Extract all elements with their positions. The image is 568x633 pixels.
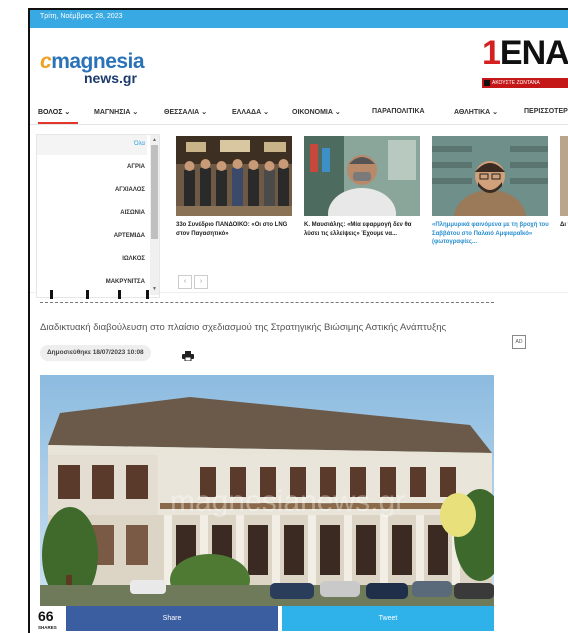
- watermark-text: magnesianews.gr: [170, 485, 405, 518]
- news-card[interactable]: 33ο Συνέδριο ΠΑΝΔΟΙΚΟ: «Οι στο LNG στον …: [176, 136, 294, 238]
- category-scrollbar[interactable]: ▲ ▼: [150, 135, 159, 295]
- tweet-button[interactable]: Tweet: [282, 606, 494, 631]
- news-card[interactable]: «Πλημμυρικά φαινόμενα με τη βροχή του Σα…: [432, 136, 550, 247]
- news-card-title[interactable]: «Πλημμυρικά φαινόμενα με τη βροχή του Σα…: [432, 221, 550, 247]
- news-card-title[interactable]: 33ο Συνέδριο ΠΑΝΔΟΙΚΟ: «Οι στο LNG στον …: [176, 221, 294, 238]
- news-card-title[interactable]: Δι να: [560, 221, 568, 230]
- mega-menu-dropdown: Όλα ΑΓΡΙΑ ΑΓΧΙΑΛΟΣ ΑΙΣΩΝΙΑ ΑΡΤΕΜΙΔΑ ΙΩΛΚ…: [30, 124, 568, 298]
- ad-icon[interactable]: AD: [512, 335, 526, 349]
- nav-item-magnisia[interactable]: ΜΑΓΝΗΣΙΑ ⌄: [94, 108, 138, 116]
- scroll-up-icon[interactable]: ▲: [152, 137, 157, 143]
- chevron-down-icon: ⌄: [132, 109, 139, 116]
- nav-item-athlitika[interactable]: ΑΘΛΗΤΙΚΑ ⌄: [454, 108, 498, 116]
- category-item[interactable]: ΜΑΚΡΥΝΙΤΣΑ: [106, 279, 145, 285]
- dotted-divider: [40, 302, 494, 303]
- prev-arrow-icon[interactable]: ‹: [178, 275, 192, 289]
- ad-banner-tagline: ΑΚΟΥΣΤΕ ΖΩΝΤΑΝΑ: [492, 80, 540, 86]
- category-item-all[interactable]: Όλα: [134, 141, 145, 147]
- category-list: Όλα ΑΓΡΙΑ ΑΓΧΙΑΛΟΣ ΑΙΣΩΝΙΑ ΑΡΤΕΜΙΔΑ ΙΩΛΚ…: [36, 134, 160, 298]
- ad-banner-1ena[interactable]: 1ENA ΑΚΟΥΣΤΕ ΖΩΝΤΑΝΑ: [482, 34, 568, 88]
- nav-item-parapolitika[interactable]: ΠΑΡΑΠΟΛΙΤΙΚΑ: [372, 108, 425, 115]
- top-bar: Τρίτη, Νοέμβριος 28, 2023: [30, 10, 568, 28]
- logo-part2: news.gr: [84, 70, 137, 86]
- news-card-image[interactable]: [560, 136, 568, 216]
- site-logo[interactable]: cmagnesia news.gr: [40, 46, 160, 86]
- news-card-image[interactable]: [304, 136, 420, 216]
- article-title: Διαδικτυακή διαβούλευση στο πλαίσιο σχεδ…: [40, 322, 447, 333]
- print-icon[interactable]: [182, 348, 194, 362]
- share-count: 66: [38, 608, 54, 624]
- ad-banner-brand: 1ENA: [482, 34, 568, 72]
- ad-banner-strip: ΑΚΟΥΣΤΕ ΖΩΝΤΑΝΑ: [482, 78, 568, 88]
- category-item[interactable]: ΑΡΤΕΜΙΔΑ: [114, 233, 145, 239]
- nav-item-volos[interactable]: ΒΟΛΟΣ ⌄: [38, 108, 70, 116]
- play-icon: [484, 80, 490, 86]
- category-item[interactable]: ΑΙΣΩΝΙΑ: [120, 210, 145, 216]
- chevron-down-icon: ⌄: [334, 109, 341, 116]
- share-bar: 66 SHARES Share Tweet: [30, 606, 568, 633]
- next-arrow-icon[interactable]: ›: [194, 275, 208, 289]
- publish-date-badge: Δημοσιεύθηκε 18/07/2023 10:08: [40, 345, 151, 361]
- decorative-ticks: [40, 290, 160, 300]
- news-card[interactable]: Δι να: [560, 136, 568, 230]
- category-selected-bg: [37, 135, 147, 155]
- share-count-label: SHARES: [38, 625, 57, 630]
- chevron-down-icon: ⌄: [492, 109, 499, 116]
- nav-item-oikonomia[interactable]: ΟΙΚΟΝΟΜΙΑ ⌄: [292, 108, 341, 116]
- news-card-title[interactable]: Κ. Μαυσιάλης: «Μία εφαρμογή δεν θα λύσει…: [304, 221, 422, 238]
- chevron-down-icon: ⌄: [64, 109, 71, 116]
- nav-item-ellada[interactable]: ΕΛΛΑΔΑ ⌄: [232, 108, 269, 116]
- article-image: magnesianews.gr: [40, 375, 494, 610]
- top-bar-date: Τρίτη, Νοέμβριος 28, 2023: [40, 13, 123, 20]
- chevron-down-icon: ⌄: [201, 109, 208, 116]
- category-item[interactable]: ΑΓΧΙΑΛΟΣ: [115, 187, 145, 193]
- news-card-image[interactable]: [432, 136, 548, 216]
- nav-item-perissotera[interactable]: ΠΕΡΙΣΣΟΤΕΡ: [524, 108, 568, 115]
- news-card-image[interactable]: [176, 136, 292, 216]
- category-item[interactable]: ΑΓΡΙΑ: [127, 164, 145, 170]
- news-card[interactable]: Κ. Μαυσιάλης: «Μία εφαρμογή δεν θα λύσει…: [304, 136, 422, 238]
- scroll-thumb[interactable]: [151, 145, 158, 239]
- carousel-pager: ‹ ›: [178, 270, 210, 289]
- browser-frame: Τρίτη, Νοέμβριος 28, 2023 cmagnesia news…: [28, 8, 568, 633]
- chevron-down-icon: ⌄: [263, 109, 269, 116]
- nav-item-thessalia[interactable]: ΘΕΣΣΑΛΙΑ ⌄: [164, 108, 207, 116]
- category-item[interactable]: ΙΩΛΚΟΣ: [122, 256, 145, 262]
- main-nav: ΒΟΛΟΣ ⌄ ΜΑΓΝΗΣΙΑ ⌄ ΘΕΣΣΑΛΙΑ ⌄ ΕΛΛΑΔΑ ⌄ Ο…: [30, 102, 568, 125]
- facebook-share-button[interactable]: Share: [66, 606, 278, 631]
